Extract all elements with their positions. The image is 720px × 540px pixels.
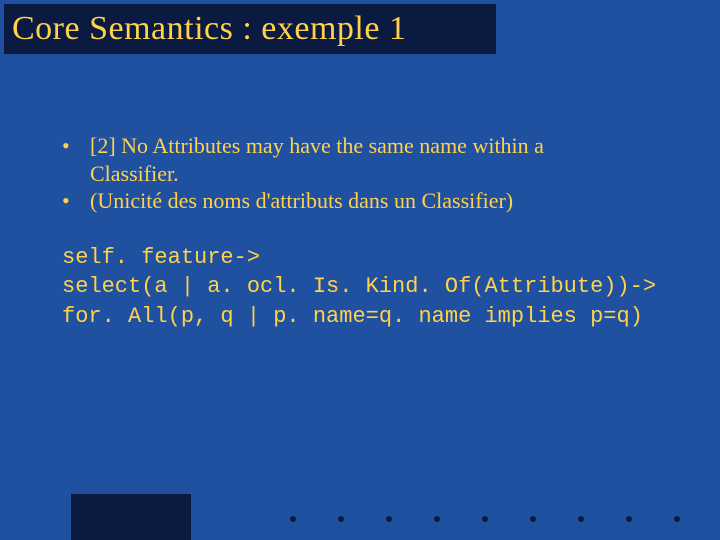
bullet-text: [2] No Attributes may have the same name… [90,133,544,158]
code-line: for. All(p, q | p. name=q. name implies … [62,304,643,329]
code-block: self. feature-> select(a | a. ocl. Is. K… [62,243,662,332]
list-item: (Unicité des noms d'attributs dans un Cl… [62,187,662,215]
dot-icon [674,516,680,522]
footer-dots [290,516,680,522]
list-item: [2] No Attributes may have the same name… [62,132,662,187]
bullet-list: [2] No Attributes may have the same name… [62,132,662,215]
dot-icon [386,516,392,522]
title-box: Core Semantics : exemple 1 [4,4,496,54]
code-line: select(a | a. ocl. Is. Kind. Of(Attribut… [62,274,656,299]
slide: Core Semantics : exemple 1 [2] No Attrib… [0,0,720,540]
footer-decor-rect [71,494,191,540]
dot-icon [530,516,536,522]
slide-body: [2] No Attributes may have the same name… [62,132,662,332]
dot-icon [338,516,344,522]
slide-title: Core Semantics : exemple 1 [12,10,406,48]
dot-icon [434,516,440,522]
dot-icon [290,516,296,522]
dot-icon [482,516,488,522]
dot-icon [578,516,584,522]
code-line: self. feature-> [62,245,260,270]
dot-icon [626,516,632,522]
bullet-text: (Unicité des noms d'attributs dans un Cl… [90,188,513,213]
bullet-text: Classifier. [90,161,179,186]
